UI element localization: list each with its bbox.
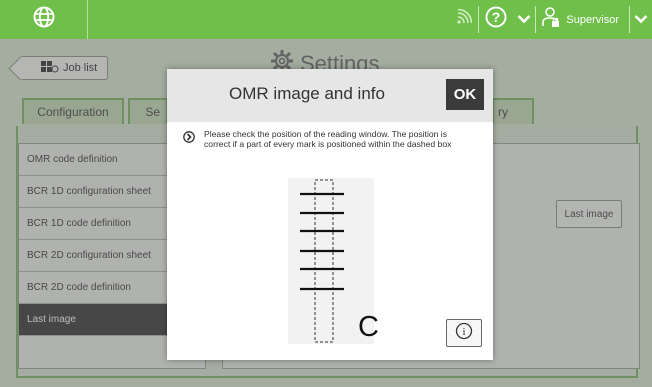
- language-button[interactable]: [0, 0, 88, 39]
- user-menu-button[interactable]: [630, 0, 652, 39]
- ok-button[interactable]: OK: [446, 79, 484, 110]
- info-button[interactable]: i: [446, 319, 482, 347]
- omr-info-dialog: OMR image and info OK Please check the p…: [167, 69, 493, 360]
- dialog-title: OMR image and info: [229, 84, 385, 103]
- info-icon: i: [455, 322, 473, 345]
- user-name-label: Supervisor: [566, 13, 619, 26]
- user-button[interactable]: Supervisor: [536, 0, 629, 39]
- connection-status-button[interactable]: [450, 0, 478, 39]
- omr-image-letter: C: [358, 311, 379, 343]
- help-button[interactable]: ?: [479, 0, 513, 39]
- globe-icon: [33, 6, 55, 33]
- chevron-down-icon: [634, 11, 648, 29]
- dialog-header: OMR image and info OK: [167, 69, 493, 122]
- info-message: Please check the position of the reading…: [183, 129, 473, 149]
- svg-text:?: ?: [492, 9, 501, 25]
- help-menu-button[interactable]: [513, 0, 535, 39]
- chevron-down-icon: [517, 11, 531, 29]
- user-icon: [542, 6, 560, 33]
- svg-text:i: i: [462, 326, 465, 338]
- ok-button-label: OK: [453, 86, 477, 103]
- chevron-right-circle-icon: [183, 130, 195, 143]
- info-text: Please check the position of the reading…: [204, 129, 452, 149]
- help-icon: ?: [485, 6, 507, 33]
- wifi-signal-icon: [456, 8, 473, 30]
- top-bar: ? Supervisor: [0, 0, 652, 39]
